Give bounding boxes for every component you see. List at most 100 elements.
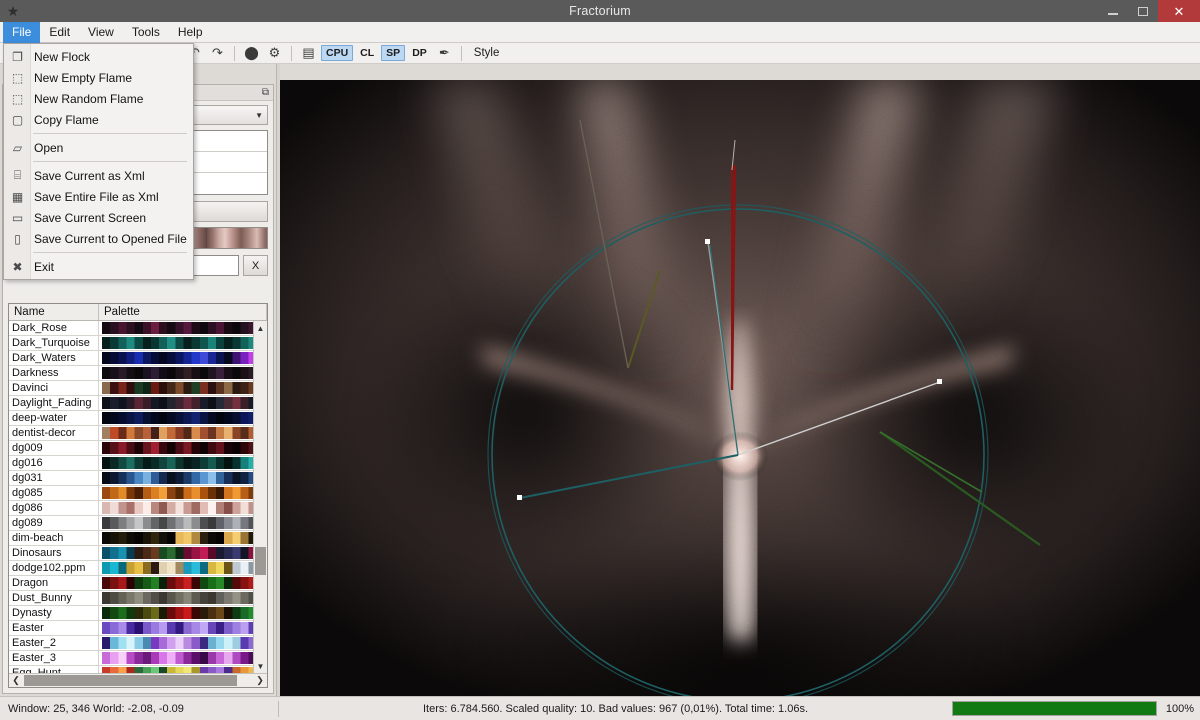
palette-table-body[interactable]: Dark_RoseDark_TurquoiseDark_WatersDarkne… bbox=[9, 321, 267, 673]
redo-icon[interactable]: ↷ bbox=[207, 44, 228, 63]
table-row[interactable]: Darkness bbox=[9, 366, 267, 381]
palette-name: dg086 bbox=[9, 501, 99, 515]
pen-icon[interactable]: ✒ bbox=[434, 44, 455, 63]
table-row[interactable]: dg031 bbox=[9, 471, 267, 486]
table-row[interactable]: Dust_Bunny bbox=[9, 591, 267, 606]
table-row[interactable]: Dragon bbox=[9, 576, 267, 591]
menu-item-exit[interactable]: ✖Exit bbox=[4, 256, 193, 277]
close-x-icon: ✖ bbox=[4, 256, 31, 277]
sphere-icon[interactable]: ⬤ bbox=[241, 44, 262, 63]
menu-separator bbox=[33, 133, 187, 134]
menu-item-save-current-as-xml[interactable]: ⌸Save Current as Xml bbox=[4, 165, 193, 186]
maximize-button[interactable] bbox=[1128, 0, 1158, 22]
table-row[interactable]: Dynasty bbox=[9, 606, 267, 621]
save-xml-icon: ⌸ bbox=[4, 165, 31, 186]
table-row[interactable]: Dark_Rose bbox=[9, 321, 267, 336]
palette-color-strip bbox=[102, 652, 265, 664]
scroll-right-icon[interactable]: ❯ bbox=[253, 674, 267, 687]
palette-color-strip bbox=[102, 592, 265, 604]
table-row[interactable]: Dinosaurs bbox=[9, 546, 267, 561]
style-menu-button[interactable]: Style bbox=[468, 47, 506, 59]
float-panel-icon[interactable]: ⧉ bbox=[262, 87, 269, 98]
palette-name: Dark_Turquoise bbox=[9, 336, 99, 350]
palette-color-strip bbox=[102, 472, 265, 484]
toggle-cpu[interactable]: CPU bbox=[321, 45, 353, 61]
menu-item-new-empty-flame[interactable]: ⬚New Empty Flame bbox=[4, 67, 193, 88]
menu-item-label: New Random Flame bbox=[31, 92, 143, 106]
table-row[interactable]: dg089 bbox=[9, 516, 267, 531]
clear-search-button[interactable]: X bbox=[243, 255, 268, 276]
menu-item-save-entire-file-as-xml[interactable]: ▦Save Entire File as Xml bbox=[4, 186, 193, 207]
menu-item-edit[interactable]: Edit bbox=[40, 22, 79, 43]
table-row[interactable]: Easter_3 bbox=[9, 651, 267, 666]
menu-item-copy-flame[interactable]: ▢Copy Flame bbox=[4, 109, 193, 130]
copy-stack-icon: ❐ bbox=[4, 46, 31, 67]
menu-bar: File Edit View Tools Help bbox=[0, 22, 1200, 43]
gear-icon[interactable]: ⚙ bbox=[264, 44, 285, 63]
table-row[interactable]: dodge102.ppm bbox=[9, 561, 267, 576]
scroll-left-icon[interactable]: ❮ bbox=[9, 674, 23, 687]
file-menu-items: ❐New Flock⬚New Empty Flame⬚New Random Fl… bbox=[4, 46, 193, 277]
palette-color-strip bbox=[102, 622, 265, 634]
status-bar: Window: 25, 346 World: -2.08, -0.09 Iter… bbox=[0, 696, 1200, 720]
transform-handle bbox=[705, 239, 710, 244]
menu-item-file[interactable]: File bbox=[3, 22, 40, 43]
duplicate-icon: ▢ bbox=[4, 109, 31, 130]
vertical-scroll-thumb[interactable] bbox=[255, 547, 266, 575]
close-button[interactable]: ✕ bbox=[1158, 0, 1200, 22]
table-row[interactable]: Daylight_Fading bbox=[9, 396, 267, 411]
clipboard-icon: ▯ bbox=[4, 228, 31, 249]
palette-name: dodge102.ppm bbox=[9, 561, 99, 575]
file-dropdown-menu: ❐New Flock⬚New Empty Flame⬚New Random Fl… bbox=[3, 43, 194, 280]
table-row[interactable]: dim-beach bbox=[9, 531, 267, 546]
minimize-button[interactable] bbox=[1098, 0, 1128, 22]
menu-item-label: Save Current Screen bbox=[31, 211, 146, 225]
render-settings-icon[interactable]: ▤ bbox=[298, 44, 319, 63]
palette-name: Dynasty bbox=[9, 606, 99, 620]
table-row[interactable]: Dark_Turquoise bbox=[9, 336, 267, 351]
table-row[interactable]: dg016 bbox=[9, 456, 267, 471]
menu-item-new-flock[interactable]: ❐New Flock bbox=[4, 46, 193, 67]
menu-item-tools[interactable]: Tools bbox=[123, 22, 169, 43]
table-row[interactable]: Egg_Hunt bbox=[9, 666, 267, 673]
table-row[interactable]: Easter bbox=[9, 621, 267, 636]
monitor-icon: ▭ bbox=[4, 207, 31, 228]
table-row[interactable]: deep-water bbox=[9, 411, 267, 426]
menu-item-save-current-to-opened-file[interactable]: ▯Save Current to Opened File bbox=[4, 228, 193, 249]
table-row[interactable]: Davinci bbox=[9, 381, 267, 396]
toggle-cl[interactable]: CL bbox=[355, 45, 379, 61]
palette-color-strip bbox=[102, 562, 265, 574]
column-header-palette: Palette bbox=[99, 304, 267, 320]
table-row[interactable]: dg085 bbox=[9, 486, 267, 501]
table-row[interactable]: dg086 bbox=[9, 501, 267, 516]
table-row[interactable]: Easter_2 bbox=[9, 636, 267, 651]
menu-item-help[interactable]: Help bbox=[169, 22, 212, 43]
palette-vertical-scrollbar[interactable]: ▲ ▼ bbox=[253, 321, 267, 673]
palette-name: dg016 bbox=[9, 456, 99, 470]
palette-name: Dragon bbox=[9, 576, 99, 590]
horizontal-scroll-thumb[interactable] bbox=[24, 675, 237, 686]
toolbar-separator-3 bbox=[461, 46, 462, 61]
table-row[interactable]: dentist-decor bbox=[9, 426, 267, 441]
palette-color-strip bbox=[102, 397, 265, 409]
menu-item-label: Open bbox=[31, 141, 63, 155]
scroll-up-icon[interactable]: ▲ bbox=[254, 321, 267, 335]
palette-horizontal-scrollbar[interactable]: ❮ ❯ bbox=[9, 673, 267, 687]
toggle-dp[interactable]: DP bbox=[407, 45, 432, 61]
fractal-render-canvas[interactable] bbox=[280, 80, 1200, 696]
palette-name: Dust_Bunny bbox=[9, 591, 99, 605]
application-window: ★ Fractorium ✕ File Edit View Tools Help… bbox=[0, 0, 1200, 720]
palette-color-strip bbox=[102, 517, 265, 529]
palette-color-strip bbox=[102, 547, 265, 559]
menu-item-save-current-screen[interactable]: ▭Save Current Screen bbox=[4, 207, 193, 228]
table-row[interactable]: Dark_Waters bbox=[9, 351, 267, 366]
progress-percent-label: 100% bbox=[1162, 703, 1200, 715]
menu-item-new-random-flame[interactable]: ⬚New Random Flame bbox=[4, 88, 193, 109]
folder-icon: ▱ bbox=[4, 137, 31, 158]
table-row[interactable]: dg009 bbox=[9, 441, 267, 456]
palette-color-strip bbox=[102, 637, 265, 649]
toggle-sp[interactable]: SP bbox=[381, 45, 405, 61]
menu-item-view[interactable]: View bbox=[79, 22, 123, 43]
menu-item-open[interactable]: ▱Open bbox=[4, 137, 193, 158]
scroll-down-icon[interactable]: ▼ bbox=[254, 659, 267, 673]
